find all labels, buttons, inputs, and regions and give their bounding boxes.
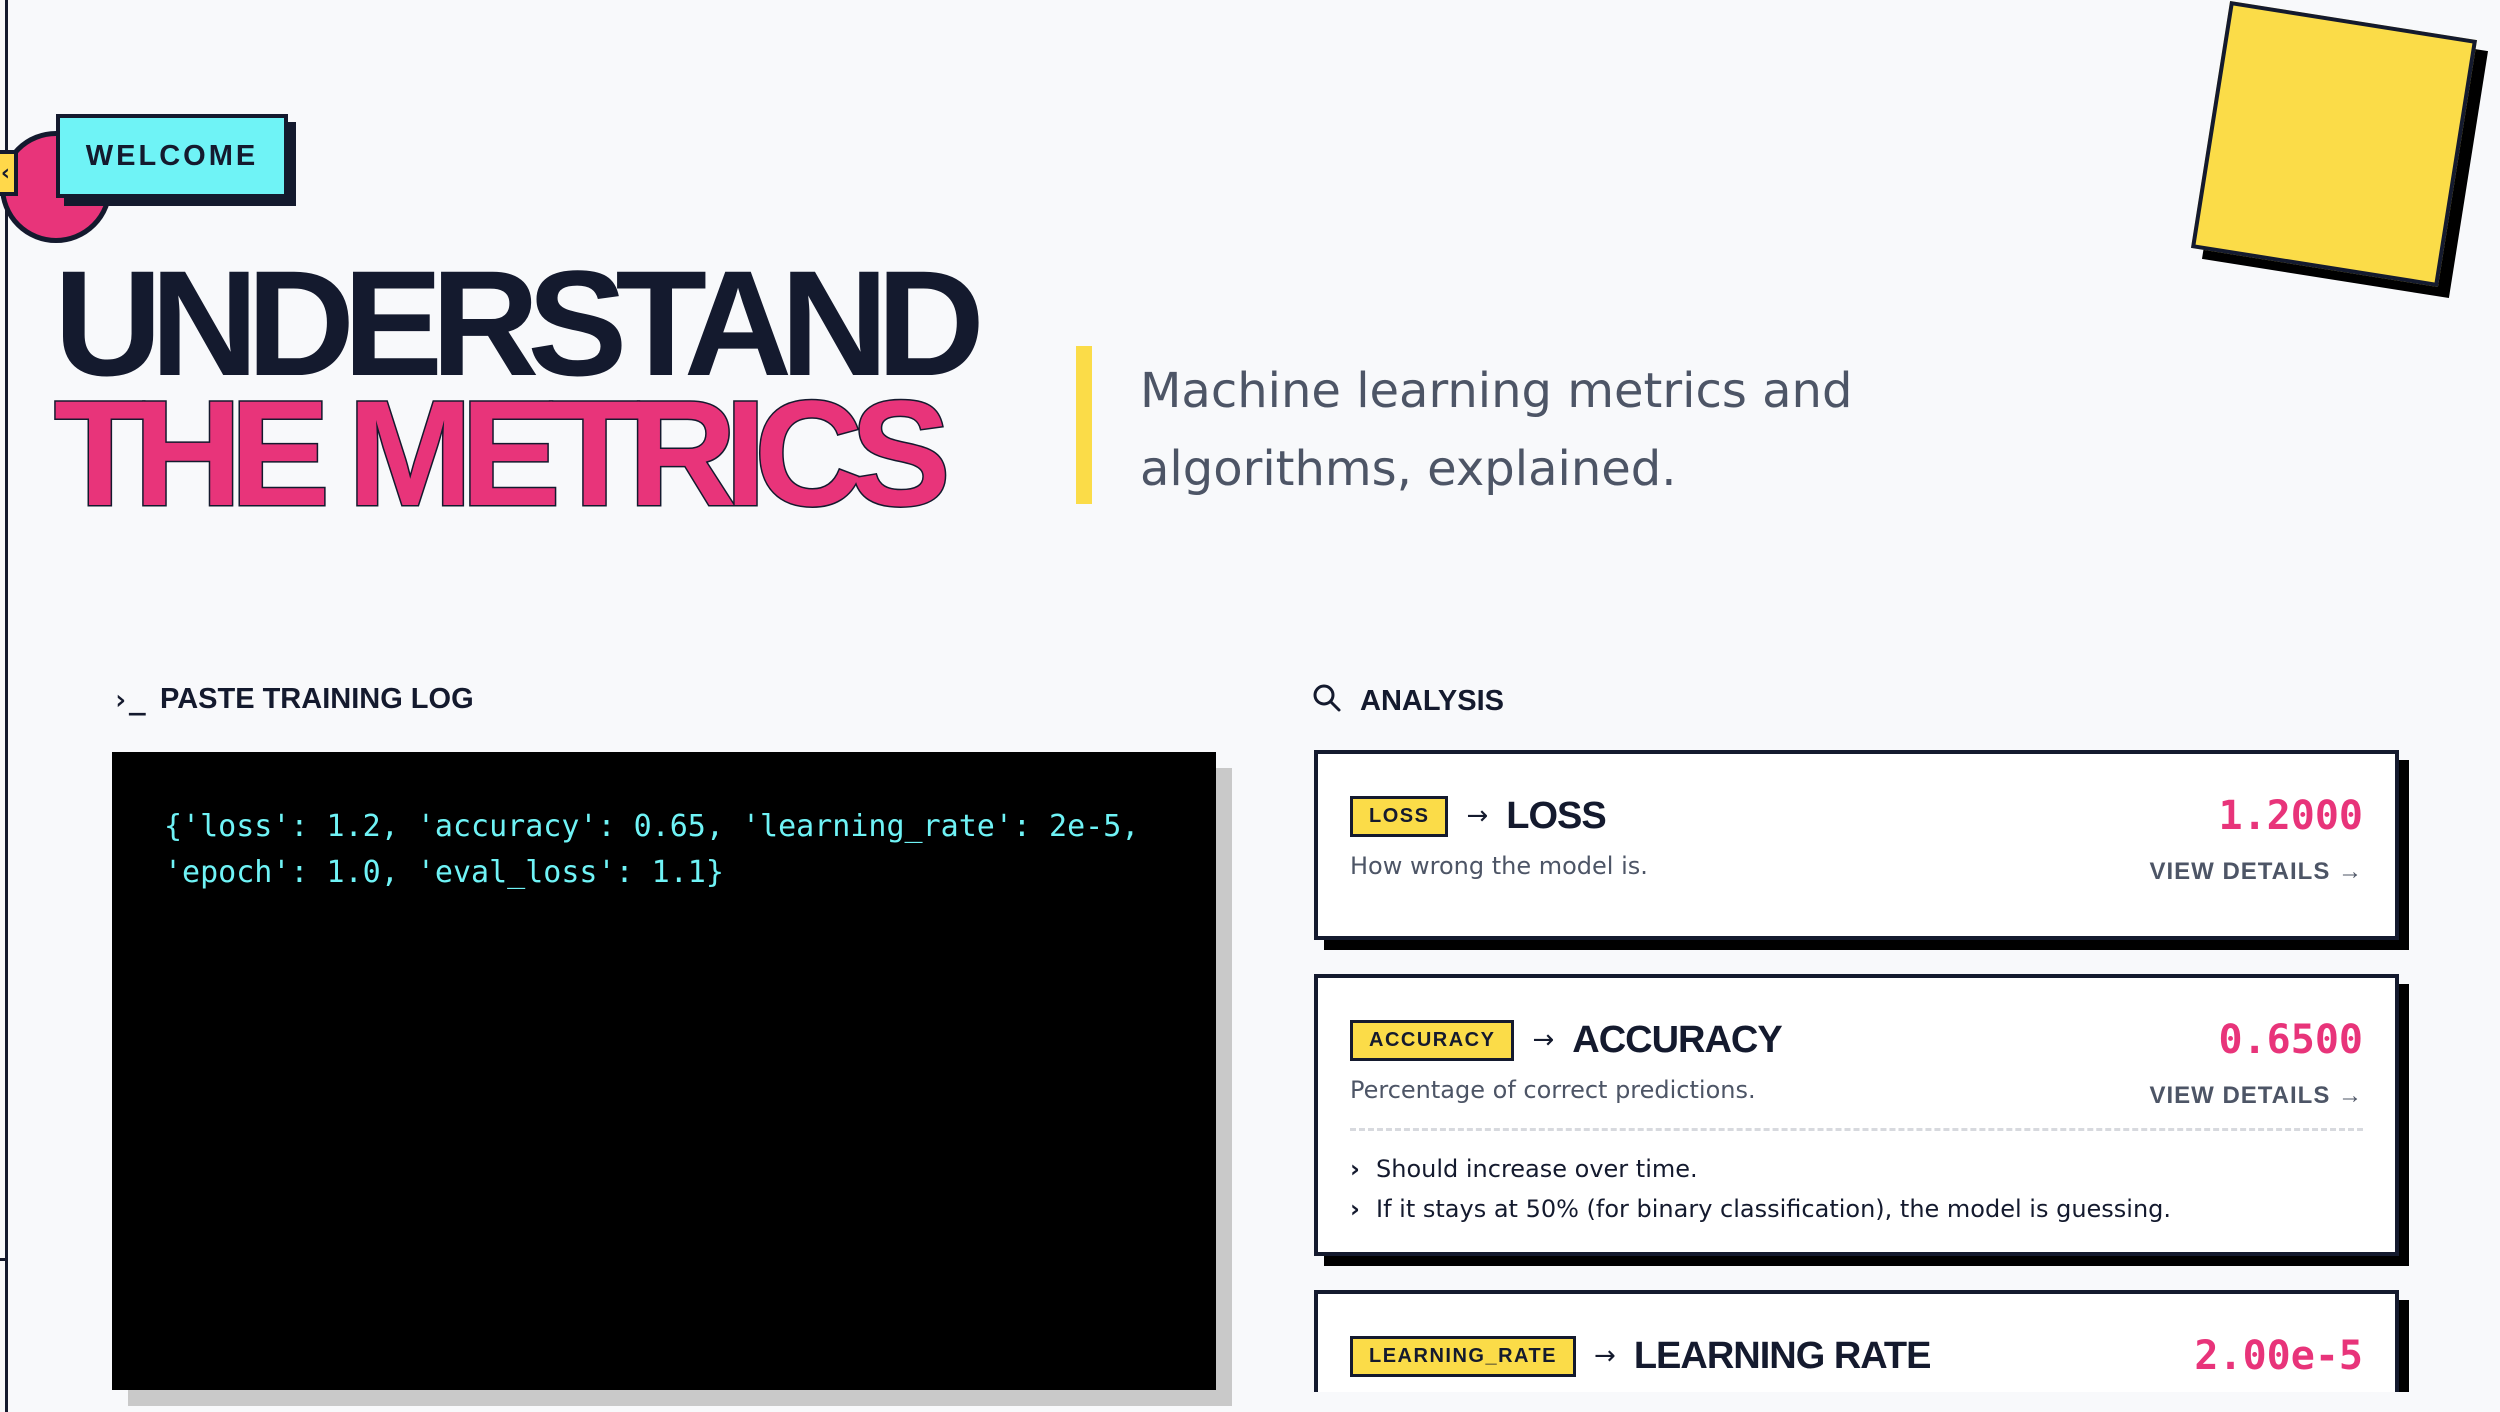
metric-title: ACCURACY [1572, 1018, 1782, 1061]
metric-card-accuracy: ACCURACY → ACCURACY 0.6500 Percentage of… [1314, 974, 2399, 1256]
metric-value: 0.6500 [2218, 1017, 2364, 1063]
hero-subtitle: Machine learning metrics and algorithms,… [1140, 352, 1900, 508]
paste-log-heading-label: PASTE TRAINING LOG [160, 683, 474, 715]
welcome-badge: WELCOME [56, 114, 288, 198]
list-item: › If it stays at 50% (for binary classifi… [1350, 1189, 2363, 1229]
arrow-right-icon: → [1466, 801, 1489, 831]
chevron-left-icon: ‹ [0, 160, 10, 186]
paste-log-heading: ›_ PASTE TRAINING LOG [112, 683, 474, 716]
metric-value: 2.00e-5 [2194, 1333, 2363, 1379]
metric-note: Should increase over time. [1376, 1155, 1698, 1183]
arrow-right-icon: → [1532, 1025, 1555, 1055]
analysis-heading-label: ANALYSIS [1360, 685, 1504, 717]
decorative-yellow-square [2190, 0, 2478, 288]
subtitle-accent-bar [1076, 346, 1092, 504]
hero-subtitle-line2: algorithms, explained. [1140, 441, 1677, 497]
hero-title: UNDERSTAND THE METRICS [53, 248, 985, 537]
metric-card-loss: LOSS → LOSS 1.2000 How wrong the model i… [1314, 750, 2399, 940]
metric-notes: › Should increase over time. › If it stays… [1350, 1149, 2363, 1229]
metric-value: 1.2000 [2218, 793, 2364, 839]
log-line: 'epoch': 1.0, 'eval_loss': 1.1} [164, 855, 724, 890]
hero-subtitle-line1: Machine learning metrics and [1140, 363, 1853, 419]
chevron-right-icon: › [1350, 1155, 1360, 1183]
metric-key-tag: ACCURACY [1350, 1019, 1515, 1061]
left-border-tick [0, 1258, 8, 1261]
hero-title-line2: THE METRICS [53, 369, 953, 537]
list-item: › Should increase over time. [1350, 1149, 2363, 1189]
analysis-heading: ANALYSIS [1312, 683, 1504, 720]
metric-description: How wrong the model is. [1350, 852, 1648, 880]
metric-description: Percentage of correct predictions. [1350, 1076, 1756, 1104]
analysis-results[interactable]: LOSS → LOSS 1.2000 How wrong the model i… [1300, 740, 2420, 1392]
metric-key-tag: LEARNING_RATE [1350, 1335, 1577, 1377]
metric-title: LEARNING RATE [1633, 1334, 1932, 1377]
terminal-icon: ›_ [112, 683, 146, 716]
chevron-right-icon: › [1350, 1195, 1360, 1223]
arrow-right-icon: → [1594, 1341, 1616, 1371]
collapse-sidebar-button[interactable]: ‹ [0, 150, 18, 196]
card-divider [1350, 1128, 2363, 1131]
view-details-link[interactable]: VIEW DETAILS → [2149, 1082, 2363, 1110]
training-log-input[interactable]: {'loss': 1.2, 'accuracy': 0.65, 'learnin… [112, 752, 1216, 1390]
metric-title: LOSS [1506, 794, 1606, 837]
search-icon [1312, 683, 1344, 720]
metric-note: If it stays at 50% (for binary classific… [1376, 1195, 2172, 1223]
view-details-link[interactable]: VIEW DETAILS → [2149, 858, 2363, 886]
metric-key-tag: LOSS [1350, 795, 1449, 837]
log-line: {'loss': 1.2, 'accuracy': 0.65, 'learnin… [164, 809, 1140, 844]
metric-card-learning-rate: LEARNING_RATE → LEARNING RATE 2.00e-5 [1314, 1290, 2399, 1392]
